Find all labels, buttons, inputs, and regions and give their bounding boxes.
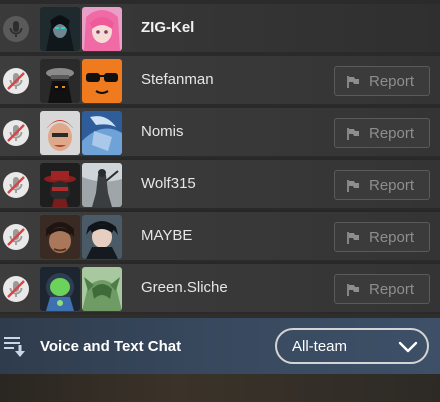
player-avatar	[82, 59, 122, 103]
report-button[interactable]: Report	[334, 222, 430, 252]
player-name: Wolf315	[141, 175, 196, 192]
player-avatar	[82, 267, 122, 311]
agent-portrait	[40, 267, 80, 311]
chevron-down-icon	[398, 341, 418, 353]
game-background	[0, 374, 440, 402]
flag-icon	[347, 76, 359, 88]
agent-portrait	[40, 59, 80, 103]
report-button[interactable]: Report	[334, 170, 430, 200]
chat-channel-dropdown[interactable]: All-team	[275, 328, 429, 364]
player-name: MAYBE	[141, 227, 193, 244]
player-avatar	[82, 215, 122, 259]
player-row: Green.Sliche Report	[0, 264, 440, 314]
chat-channel-value: All-team	[292, 338, 348, 355]
report-button[interactable]: Report	[334, 66, 430, 96]
player-avatar	[82, 163, 122, 207]
report-button[interactable]: Report	[334, 274, 430, 304]
agent-portrait	[40, 7, 80, 51]
voice-chat-label: Voice and Text Chat	[40, 338, 182, 355]
report-button[interactable]: Report	[334, 118, 430, 148]
flag-icon	[347, 180, 359, 192]
flag-icon	[347, 128, 359, 140]
flag-icon	[347, 232, 359, 244]
player-row-self: ZIG-Kel	[0, 4, 440, 54]
agent-portrait	[40, 215, 80, 259]
microphone-muted-icon[interactable]	[3, 68, 29, 94]
agent-portrait	[40, 163, 80, 207]
report-label: Report	[369, 125, 415, 142]
player-row: Stefanman Report	[0, 56, 440, 106]
report-label: Report	[369, 177, 415, 194]
agent-portrait	[40, 111, 80, 155]
voice-chat-footer: Voice and Text Chat All-team	[0, 318, 440, 374]
microphone-muted-icon[interactable]	[3, 120, 29, 146]
microphone-muted-icon[interactable]	[3, 172, 29, 198]
player-avatar	[82, 7, 122, 51]
chat-settings-icon[interactable]	[3, 335, 29, 359]
report-label: Report	[369, 229, 415, 246]
player-row: Nomis Report	[0, 108, 440, 158]
player-name: Nomis	[141, 123, 184, 140]
flag-icon	[347, 284, 359, 296]
report-label: Report	[369, 73, 415, 90]
report-label: Report	[369, 281, 415, 298]
microphone-muted-icon[interactable]	[3, 224, 29, 250]
microphone-icon[interactable]	[3, 16, 29, 42]
player-name: Stefanman	[141, 71, 214, 88]
player-avatar	[82, 111, 122, 155]
scoreboard-voice-panel: ZIG-Kel Stefanman Report Nomis Report Wo…	[0, 0, 440, 374]
microphone-muted-icon[interactable]	[3, 276, 29, 302]
player-row: Wolf315 Report	[0, 160, 440, 210]
player-name: ZIG-Kel	[141, 19, 195, 36]
player-name: Green.Sliche	[141, 279, 228, 296]
player-row: MAYBE Report	[0, 212, 440, 262]
